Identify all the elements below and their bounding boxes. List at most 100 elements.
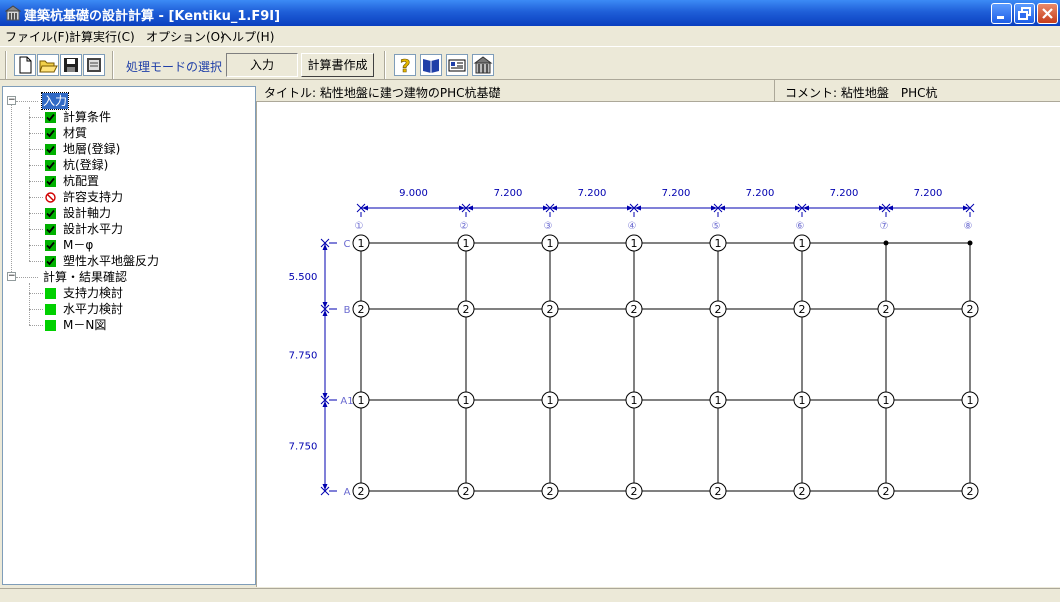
pile-marker[interactable]: 2 <box>541 482 559 500</box>
pile-type-label: 1 <box>715 237 722 250</box>
minimize-button[interactable] <box>991 3 1012 24</box>
pile-type-label: 2 <box>547 485 554 498</box>
pile-marker[interactable]: 2 <box>352 300 370 318</box>
pile-marker[interactable]: 2 <box>793 300 811 318</box>
pile-marker[interactable]: 1 <box>709 234 727 252</box>
tree-item-label: M－φ <box>63 238 94 252</box>
project-comment: コメント: 粘性地盤 PHC杭 <box>774 80 1060 102</box>
tree-item-label: M－N図 <box>63 318 107 332</box>
status-square-icon <box>45 320 56 331</box>
x-span-label: 9.000 <box>399 188 428 199</box>
pile-marker[interactable]: 2 <box>457 482 475 500</box>
tree-group-label: 計算・結果確認 <box>43 270 128 284</box>
pile-layout-canvas[interactable]: 9.000 7.200 7.200 7.200 7.200 7.200 7.200 ① ② ③ ④ ⑤… <box>256 102 1060 587</box>
pile-type-label: 2 <box>463 303 470 316</box>
question-icon: ? <box>400 56 411 75</box>
y-axis-label: B <box>344 305 351 316</box>
pile-type-label: 1 <box>358 394 365 407</box>
tree-item-label: 設計軸力 <box>63 206 112 220</box>
pile-marker[interactable]: 1 <box>352 234 370 252</box>
pile-marker[interactable]: 1 <box>457 234 475 252</box>
maximize-icon <box>1018 7 1031 20</box>
status-square-icon <box>45 304 56 315</box>
menu-file[interactable]: ファイル(F) <box>5 28 69 45</box>
x-dimension-line: 9.000 7.200 7.200 7.200 7.200 7.200 7.200 ① ② ③ ④ ⑤… <box>355 188 975 232</box>
toolbar-separator <box>5 51 7 79</box>
tree-item-label: 塑性水平地盤反力 <box>63 254 160 268</box>
manual-button[interactable] <box>420 54 442 76</box>
pile-layout-plan[interactable]: 9.000 7.200 7.200 7.200 7.200 7.200 7.200 ① ② ③ ④ ⑤… <box>257 102 1060 587</box>
create-report-button[interactable]: 計算書作成 <box>301 53 374 77</box>
pile-marker[interactable]: 2 <box>457 300 475 318</box>
pile-marker[interactable]: 1 <box>709 391 727 409</box>
open-folder-button[interactable] <box>37 54 59 76</box>
maximize-button[interactable] <box>1014 3 1035 24</box>
toolbar-separator <box>112 51 114 79</box>
pile-marker[interactable]: 1 <box>625 234 643 252</box>
window-title: 建築杭基礎の設計計算 - [Kentiku_1.F9I] <box>24 9 281 24</box>
pile-type-label: 1 <box>967 394 974 407</box>
pile-marker[interactable]: 1 <box>541 391 559 409</box>
minimize-icon <box>997 16 1004 19</box>
x-span-label: 7.200 <box>578 188 607 199</box>
x-axis-label: ② <box>460 221 469 232</box>
menu-help[interactable]: ヘルプ(H) <box>220 28 274 45</box>
navigation-tree: − 入力 計算条件 材質 地層(登録) 杭(登録) 杭配置 許容支持力 設計軸力 設計水平力 M－φ… <box>2 86 256 585</box>
pile-type-label: 2 <box>967 485 974 498</box>
pile-type-label: 2 <box>715 485 722 498</box>
pile-marker[interactable]: 1 <box>625 391 643 409</box>
new-file-button[interactable] <box>14 54 36 76</box>
y-axis-label: A1 <box>340 396 353 407</box>
pile-type-label: 2 <box>631 303 638 316</box>
print-preview-button[interactable] <box>83 54 105 76</box>
pile-marker[interactable]: 1 <box>961 391 979 409</box>
tree-item-label: 水平力検討 <box>63 302 124 316</box>
pile-marker[interactable]: 1 <box>541 234 559 252</box>
pile-marker[interactable]: 1 <box>793 391 811 409</box>
save-button[interactable] <box>60 54 82 76</box>
tree-connector <box>29 181 43 182</box>
pile-type-label: 2 <box>799 485 806 498</box>
tree-connector <box>16 101 38 102</box>
pile-marker[interactable]: 2 <box>709 482 727 500</box>
pile-marker[interactable]: 1 <box>793 234 811 252</box>
pile-marker[interactable]: 2 <box>625 482 643 500</box>
pile-marker[interactable]: 1 <box>457 391 475 409</box>
pile-marker[interactable]: 2 <box>961 300 979 318</box>
mode-input-toggle[interactable]: 入力 <box>226 53 298 77</box>
book-icon <box>423 59 439 73</box>
about-button[interactable] <box>446 54 468 76</box>
pile-marker[interactable]: 2 <box>352 482 370 500</box>
svg-text:?: ? <box>400 56 410 75</box>
toolbar-separator <box>384 51 386 79</box>
tree-group-label: 入力 <box>40 92 70 110</box>
pile-marker[interactable]: 2 <box>541 300 559 318</box>
pile-type-label: 1 <box>799 394 806 407</box>
close-button[interactable] <box>1037 3 1058 24</box>
pile-marker[interactable]: 2 <box>877 300 895 318</box>
tree-item-label: 設計水平力 <box>63 222 124 236</box>
tree-connector <box>29 325 43 326</box>
pile-marker[interactable]: 2 <box>625 300 643 318</box>
pile-marker[interactable]: 2 <box>961 482 979 500</box>
tree-item-label: 杭配置 <box>63 174 100 188</box>
exit-button[interactable] <box>472 54 494 76</box>
pile-marker[interactable]: 1 <box>877 391 895 409</box>
collapse-icon[interactable]: − <box>7 272 16 281</box>
help-button[interactable]: ? <box>394 54 416 76</box>
tree-item-label: 材質 <box>63 126 88 140</box>
menu-options[interactable]: オプション(O) <box>146 28 225 45</box>
tree-connector <box>29 149 43 150</box>
tree-item-label: 杭(登録) <box>63 158 109 172</box>
collapse-icon[interactable]: − <box>7 96 16 105</box>
checked-icon <box>45 144 56 155</box>
menu-calculate[interactable]: 計算実行(C) <box>69 28 135 45</box>
pile-marker[interactable]: 2 <box>709 300 727 318</box>
new-file-icon <box>19 56 32 74</box>
pile-type-label: 1 <box>715 394 722 407</box>
checked-icon <box>45 128 56 139</box>
pile-marker[interactable]: 2 <box>877 482 895 500</box>
tree-item-label: 許容支持力 <box>63 190 124 204</box>
pile-marker[interactable]: 2 <box>793 482 811 500</box>
pile-marker[interactable]: 1 <box>352 391 370 409</box>
